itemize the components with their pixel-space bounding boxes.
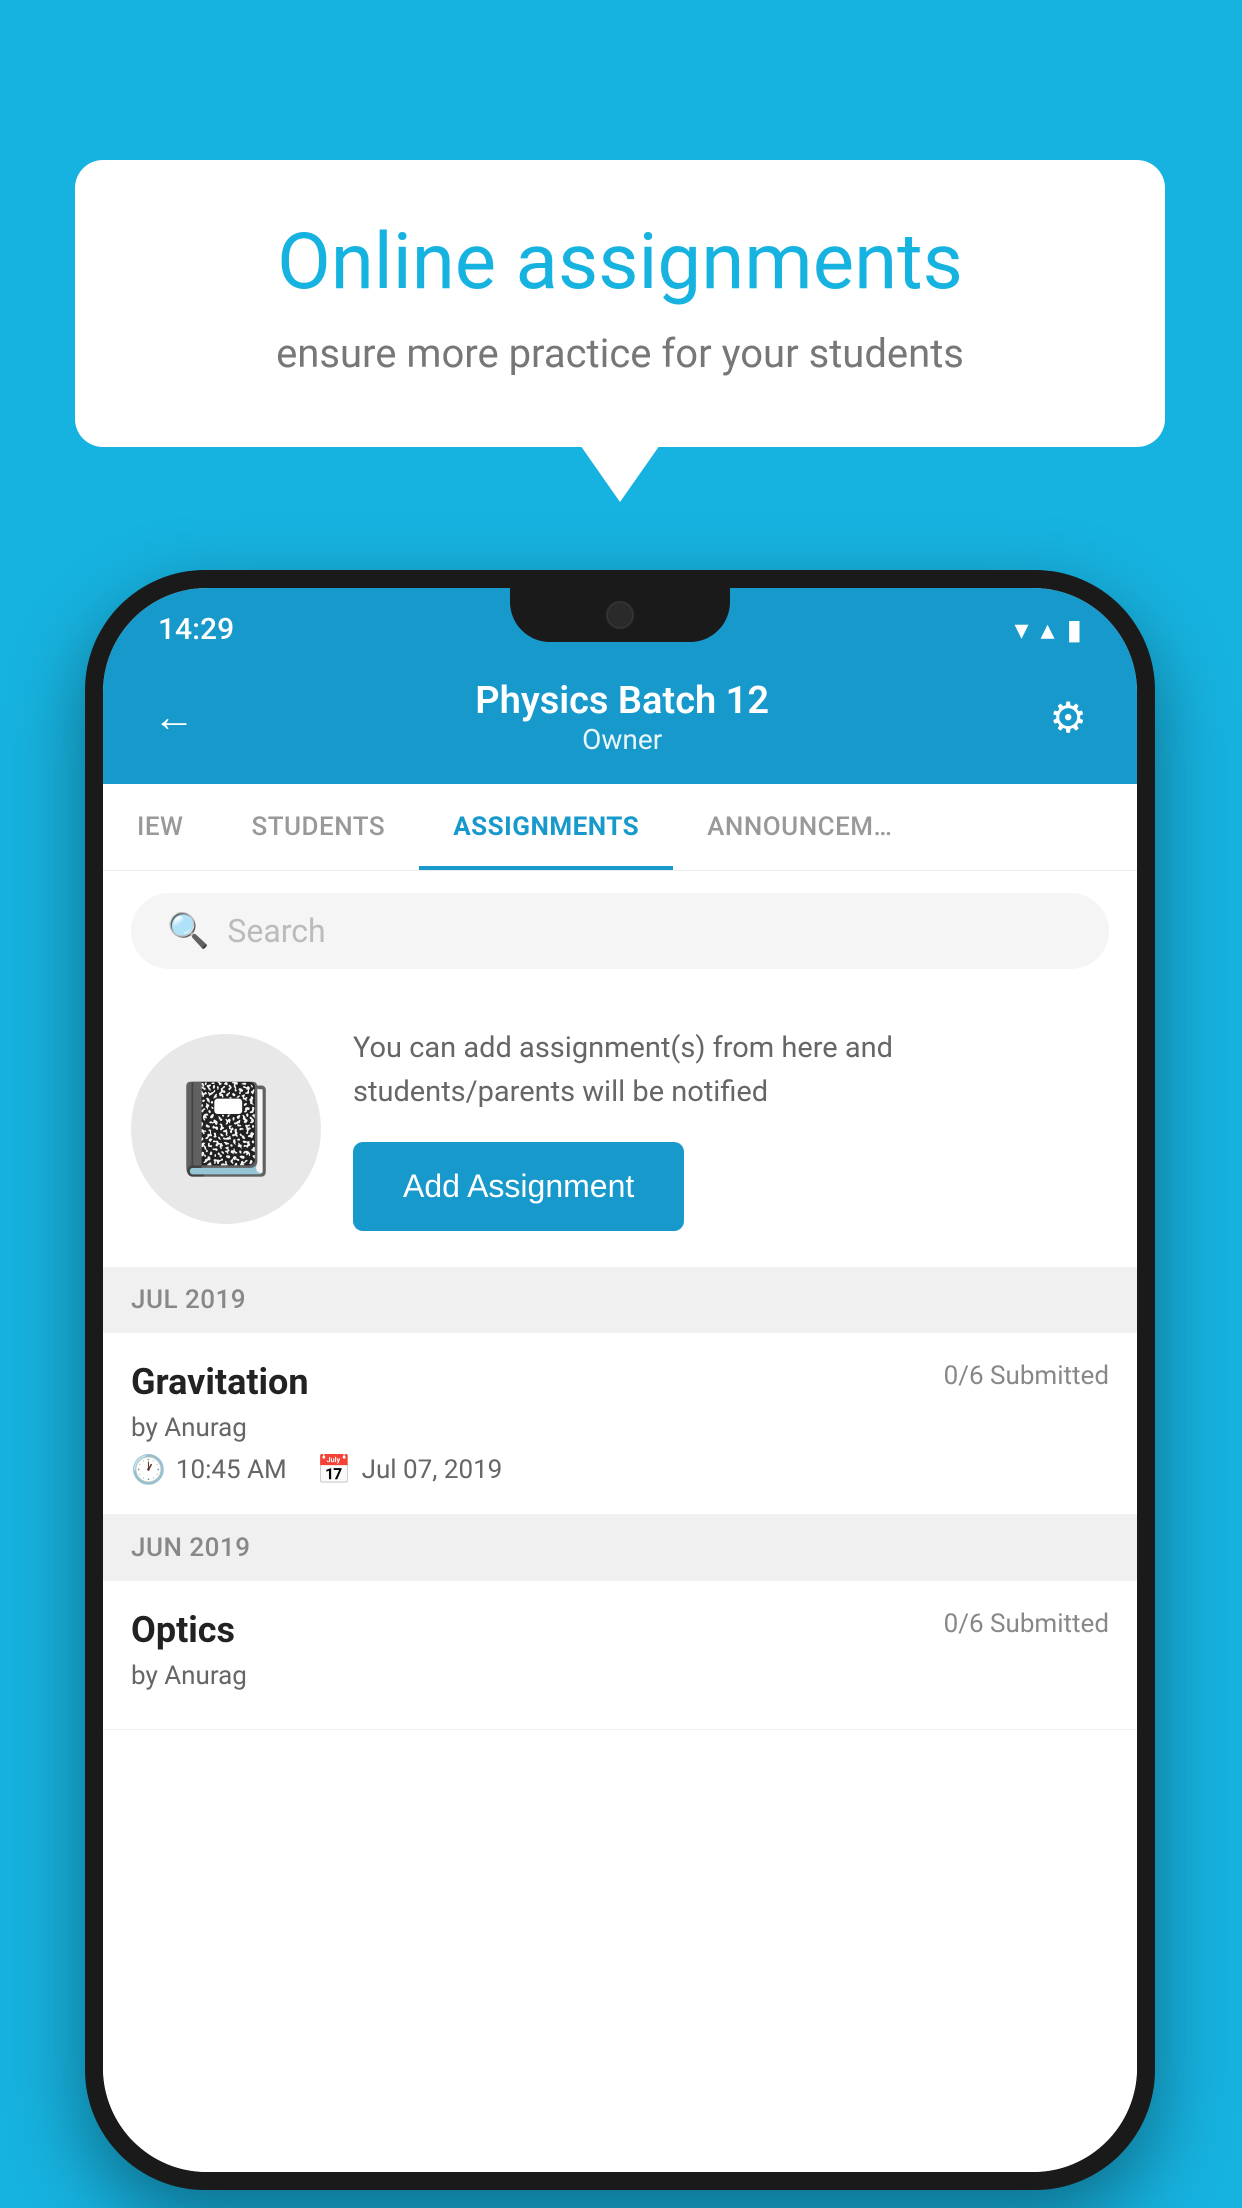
assignment-date-gravitation: 📅 Jul 07, 2019: [317, 1453, 503, 1486]
status-time: 14:29: [158, 612, 234, 647]
header-title: Physics Batch 12: [475, 679, 769, 723]
app-header: ← Physics Batch 12 Owner ⚙: [103, 659, 1137, 784]
assignment-icon-circle: 📓: [131, 1034, 321, 1224]
add-assignment-right: You can add assignment(s) from here and …: [353, 1027, 1109, 1231]
phone-screen: 14:29 ▾ ▴ ▮ ← Physics Batch 12 Owner ⚙ I…: [103, 588, 1137, 2172]
speech-bubble-title: Online assignments: [155, 220, 1085, 306]
back-button[interactable]: ←: [153, 693, 195, 742]
phone-wrapper: 14:29 ▾ ▴ ▮ ← Physics Batch 12 Owner ⚙ I…: [85, 570, 1155, 2190]
header-subtitle: Owner: [475, 723, 769, 756]
phone-notch: [510, 588, 730, 642]
search-icon: 🔍: [167, 911, 209, 951]
header-title-area: Physics Batch 12 Owner: [475, 679, 769, 756]
assignment-item-optics[interactable]: Optics 0/6 Submitted by Anurag: [103, 1581, 1137, 1730]
assignment-notebook-icon: 📓: [170, 1077, 282, 1182]
assignment-by-optics: by Anurag: [131, 1661, 1109, 1691]
assignment-item-gravitation[interactable]: Gravitation 0/6 Submitted by Anurag 🕐 10…: [103, 1333, 1137, 1515]
assignment-name-optics: Optics: [131, 1609, 235, 1651]
search-placeholder: Search: [227, 912, 325, 950]
clock-icon: 🕐: [131, 1453, 166, 1486]
add-assignment-section: 📓 You can add assignment(s) from here an…: [103, 991, 1137, 1267]
tabs-bar: IEW STUDENTS ASSIGNMENTS ANNOUNCEM…: [103, 784, 1137, 871]
tab-iew[interactable]: IEW: [103, 784, 217, 870]
assignment-meta-gravitation: 🕐 10:45 AM 📅 Jul 07, 2019: [131, 1453, 1109, 1486]
settings-icon[interactable]: ⚙: [1049, 693, 1087, 743]
assignment-item-top-optics: Optics 0/6 Submitted: [131, 1609, 1109, 1651]
speech-bubble-subtitle: ensure more practice for your students: [155, 330, 1085, 377]
assignment-submitted-gravitation: 0/6 Submitted: [944, 1361, 1109, 1391]
assignment-time-gravitation: 🕐 10:45 AM: [131, 1453, 287, 1486]
speech-bubble: Online assignments ensure more practice …: [75, 160, 1165, 447]
signal-icon: ▴: [1041, 613, 1055, 646]
assignment-name-gravitation: Gravitation: [131, 1361, 309, 1403]
assignment-submitted-optics: 0/6 Submitted: [944, 1609, 1109, 1639]
wifi-icon: ▾: [1014, 613, 1028, 646]
battery-icon: ▮: [1067, 613, 1082, 646]
section-header-jul: JUL 2019: [103, 1267, 1137, 1333]
calendar-icon: 📅: [317, 1453, 352, 1486]
add-assignment-button[interactable]: Add Assignment: [353, 1142, 684, 1231]
assignment-by-gravitation: by Anurag: [131, 1413, 1109, 1443]
tab-assignments[interactable]: ASSIGNMENTS: [419, 784, 673, 870]
content-area: 🔍 Search 📓 You can add assignment(s) fro…: [103, 871, 1137, 2172]
status-icons: ▾ ▴ ▮: [1014, 613, 1082, 646]
phone-outer: 14:29 ▾ ▴ ▮ ← Physics Batch 12 Owner ⚙ I…: [85, 570, 1155, 2190]
tab-announcements[interactable]: ANNOUNCEM…: [673, 784, 926, 870]
add-assignment-description: You can add assignment(s) from here and …: [353, 1027, 1109, 1114]
assignment-item-top: Gravitation 0/6 Submitted: [131, 1361, 1109, 1403]
search-bar[interactable]: 🔍 Search: [131, 893, 1109, 969]
phone-camera: [606, 601, 634, 629]
search-container: 🔍 Search: [103, 871, 1137, 991]
speech-bubble-container: Online assignments ensure more practice …: [75, 160, 1165, 447]
section-header-jun: JUN 2019: [103, 1515, 1137, 1581]
tab-students[interactable]: STUDENTS: [217, 784, 419, 870]
